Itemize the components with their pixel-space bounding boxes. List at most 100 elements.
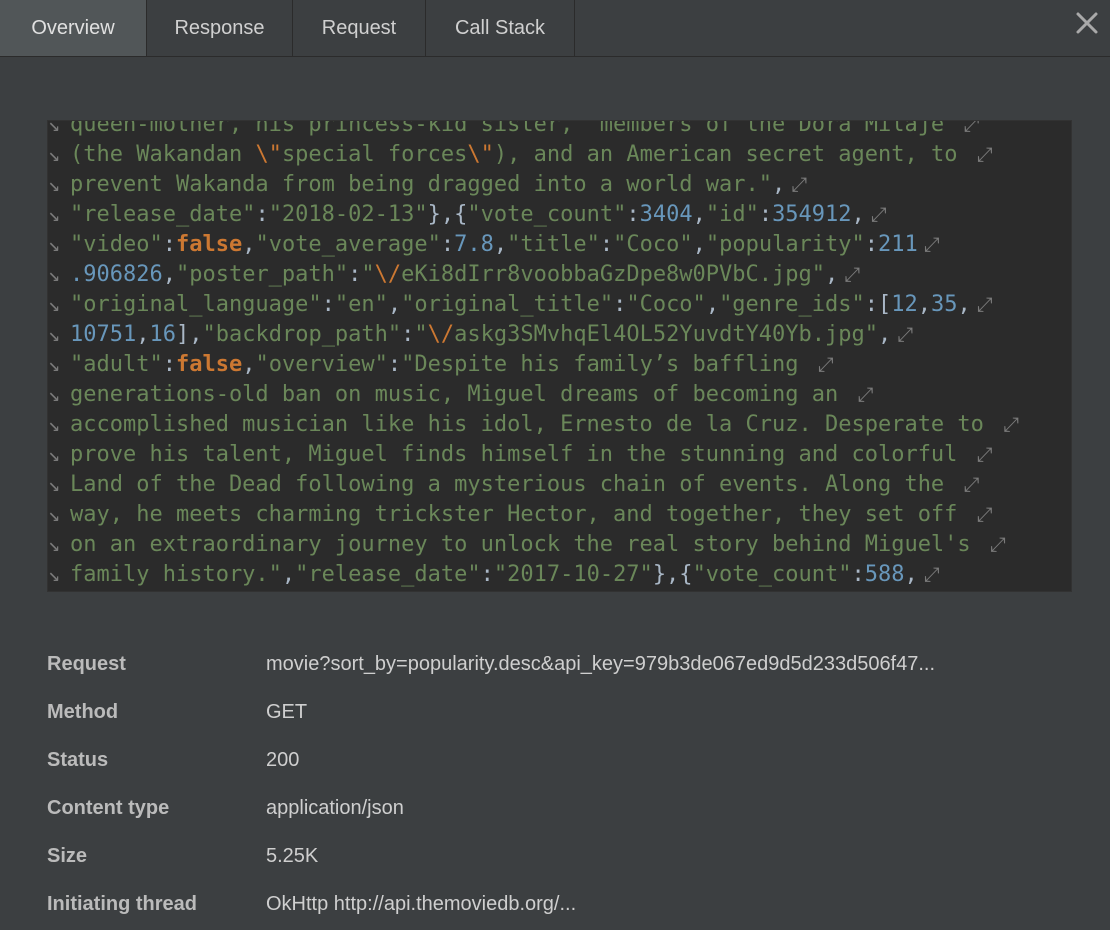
soft-wrap-icon: ⤢ [963,120,980,136]
tab-request[interactable]: Request [293,0,426,56]
property-row-size: Size 5.25K [47,832,1087,880]
soft-wrap-icon: ⤢ [897,322,914,346]
code-line: ↘ prove his talent, Miguel finds himself … [48,439,1071,469]
soft-wrap-continuation-icon: ↘ [48,172,61,196]
code-token: 7.8 [454,232,494,257]
code-token: 10751 [70,322,137,347]
code-token: (the Wakandan [70,142,256,167]
property-label: Request [47,652,126,675]
soft-wrap-continuation-icon: ↘ [48,322,61,346]
code-token: "Coco" [626,292,706,317]
code-token: eKi8dIrr8voobbaGzDpe8w0PVbC.jpg" [401,262,825,287]
code-line: ↘ "release_date":"2018-02-13"},{"vote_cou… [48,199,1071,229]
code-line: ↘ accomplished musician like his idol, Er… [48,409,1071,439]
property-value: 200 [266,748,300,771]
code-token: "original_title" [401,292,614,317]
code-token: "popularity" [705,232,865,257]
soft-wrap-icon: ⤢ [963,472,980,496]
code-token: askg3SMvhqEl4OL52YuvdtY40Yb.jpg" [454,322,879,347]
code-token: "adult" [70,352,163,377]
code-token: "Coco" [613,232,693,257]
code-token: },{ [427,202,468,227]
soft-wrap-icon: ⤢ [791,172,808,196]
code-token: "genre_ids" [719,292,865,317]
tab-overview[interactable]: Overview [0,0,147,56]
soft-wrap-icon: ⤢ [976,442,993,466]
code-token: "title" [507,232,600,257]
code-token: 12 [891,292,918,317]
tab-response[interactable]: Response [147,0,293,56]
code-token: queen-mother, his princess-kid sister, "… [70,120,958,137]
code-token: 35 [931,292,958,317]
code-token: , [705,292,720,317]
soft-wrap-icon: ⤢ [976,142,993,166]
code-token: , [917,292,932,317]
code-line: ↘ way, he meets charming trickster Hector… [48,499,1071,529]
code-token: family history." [70,562,282,587]
code-token: , [851,202,865,227]
soft-wrap-continuation-icon: ↘ [48,202,61,226]
code-token: "poster_path" [175,262,349,287]
code-token: 588 [864,562,905,587]
code-token: .906826 [70,262,163,287]
code-token: accomplished musician like his idol, Ern… [70,412,998,437]
soft-wrap-icon: ⤢ [844,262,861,286]
tab-label: Request [321,16,397,39]
code-token: generations-old ban on music, Miguel dre… [70,382,852,407]
code-token: 354912 [772,202,852,227]
soft-wrap-continuation-icon: ↘ [48,232,61,256]
tab-call-stack[interactable]: Call Stack [426,0,575,56]
property-value: GET [266,700,308,723]
code-token: special forces [281,142,468,167]
soft-wrap-continuation-icon: ↘ [48,502,61,526]
property-label: Size [47,844,88,867]
code-token: : [321,292,335,317]
code-token: : [626,202,640,227]
property-label: Initiating thread [47,892,197,915]
code-token: , [387,292,402,317]
code-token: : [401,322,415,347]
tab-label: Call Stack [454,16,546,39]
property-row-method: Method GET [47,688,1087,736]
code-token: "overview" [255,352,388,377]
code-token: "vote_count" [467,202,627,227]
close-button[interactable] [1070,6,1104,40]
code-token: ), and an American secret agent, to [493,142,971,167]
code-token: "release_date" [295,562,481,587]
code-token: \" [255,142,282,167]
code-token: , [957,292,971,317]
code-token: },{ [652,562,693,587]
property-value[interactable]: OkHttp http://api.themoviedb.org/... [266,893,576,916]
code-token: , [162,262,176,287]
code-token: 211 [878,232,918,257]
code-token: : [387,352,402,377]
code-token: , [242,232,256,257]
code-token: : [162,232,176,257]
property-value: application/json [266,796,404,819]
close-icon [1076,12,1098,34]
tab-label: Response [174,16,265,39]
code-token: : [758,202,773,227]
property-row-initiating-thread: Initiating thread OkHttp http://api.them… [47,880,1087,928]
code-token: : [599,232,614,257]
code-line: ↘ on an extraordinary journey to unlock t… [48,529,1071,559]
code-token: "en" [334,292,388,317]
code-token: , [136,322,150,347]
code-token: Land of the Dead following a mysterious … [70,472,958,497]
code-line: ↘ 10751,16],"backdrop_path":"\/askg3SMvhq… [48,319,1071,349]
property-row-status: Status 200 [47,736,1087,784]
code-token: 16 [149,322,176,347]
code-token: "vote_count" [692,562,852,587]
code-token: : [864,232,879,257]
property-label: Content type [47,796,170,819]
response-body-preview[interactable]: ↘ queen-mother, his princess-kid sister, … [47,120,1072,592]
soft-wrap-continuation-icon: ↘ [48,472,61,496]
code-token: : [851,562,865,587]
soft-wrap-icon: ⤢ [857,382,874,406]
code-token: " [414,322,428,347]
code-token: \/ [427,322,455,347]
soft-wrap-continuation-icon: ↘ [48,412,61,436]
property-value[interactable]: movie?sort_by=popularity.desc&api_key=97… [266,653,935,676]
soft-wrap-continuation-icon: ↘ [48,532,61,556]
code-token: 3404 [639,202,693,227]
